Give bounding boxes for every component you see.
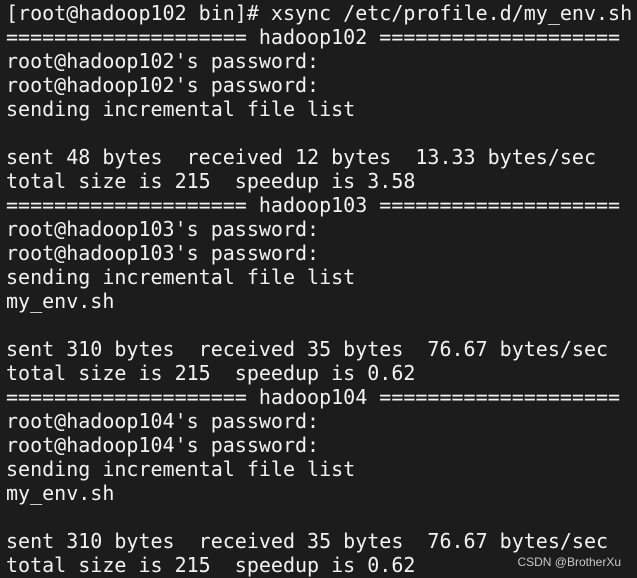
- terminal-line: ==================== hadoop102 =========…: [6, 25, 621, 49]
- watermark: CSDN @BrotherXu: [517, 555, 621, 569]
- terminal-line: root@hadoop102's password:: [6, 73, 320, 97]
- terminal-line: root@hadoop103's password:: [6, 217, 320, 241]
- terminal-line: total size is 215 speedup is 0.62: [6, 361, 416, 385]
- terminal-line: sent 48 bytes received 12 bytes 13.33 by…: [6, 145, 597, 169]
- terminal-line: [root@hadoop102 bin]# xsync /etc/profile…: [6, 1, 633, 25]
- terminal-line: sending incremental file list: [6, 97, 356, 121]
- terminal-line: my_env.sh: [6, 481, 115, 505]
- terminal-line: root@hadoop104's password:: [6, 409, 320, 433]
- terminal-line: root@hadoop103's password:: [6, 241, 320, 265]
- terminal-line: total size is 215 speedup is 3.58: [6, 169, 416, 193]
- terminal-output[interactable]: [root@hadoop102 bin]# xsync /etc/profile…: [6, 1, 632, 577]
- terminal-line: sending incremental file list: [6, 457, 356, 481]
- terminal-line: ==================== hadoop103 =========…: [6, 193, 621, 217]
- terminal-line: ==================== hadoop104 =========…: [6, 385, 621, 409]
- terminal-line: sent 310 bytes received 35 bytes 76.67 b…: [6, 529, 609, 553]
- terminal-line: sent 310 bytes received 35 bytes 76.67 b…: [6, 337, 609, 361]
- terminal-line: my_env.sh: [6, 289, 115, 313]
- terminal-line: sending incremental file list: [6, 265, 356, 289]
- terminal-line: root@hadoop104's password:: [6, 433, 320, 457]
- terminal-line: root@hadoop102's password:: [6, 49, 320, 73]
